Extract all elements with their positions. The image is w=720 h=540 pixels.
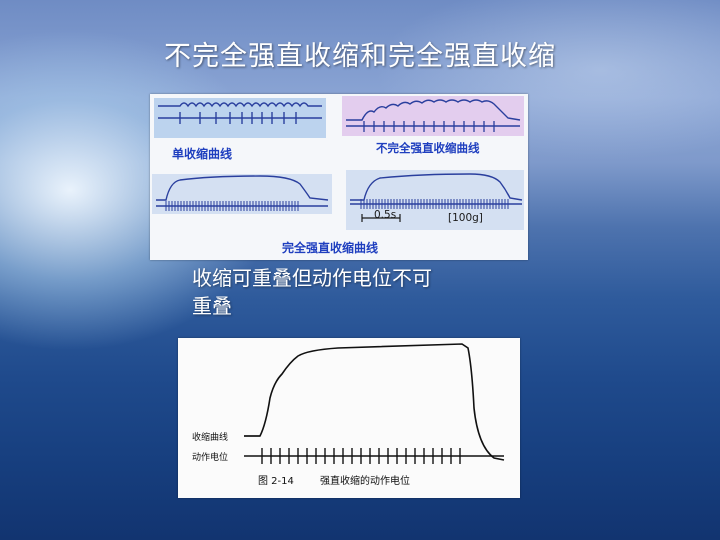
slide-title: 不完全强直收缩和完全强直收缩 <box>164 41 556 72</box>
label-contraction-curve: 收缩曲线 <box>192 431 228 443</box>
action-potential-spikes <box>258 448 466 464</box>
label-action-potential: 动作电位 <box>192 451 228 463</box>
complete-potential-spikes-left <box>164 201 300 211</box>
action-potential-svg: 收缩曲线 动作电位 图 2-14 强直收缩的动作电位 <box>192 343 505 487</box>
figure-title: 强直收缩的动作电位 <box>320 474 410 487</box>
tetanus-action-potential-figure: 收缩曲线 动作电位 图 2-14 强直收缩的动作电位 <box>178 338 520 498</box>
complete-potential-spikes-right <box>360 199 510 209</box>
contraction-curve <box>244 343 505 461</box>
force-scale-label: [100g] <box>448 212 483 224</box>
label-complete-tetanus: 完全强直收缩曲线 <box>282 240 378 255</box>
figure-number: 图 2-14 <box>258 475 294 487</box>
slide-caption: 收缩可重叠但动作电位不可 重叠 <box>192 264 512 320</box>
tetanus-comparison-svg: 单收缩曲线 不完全强直收缩曲线 0.5s [100g] 完全强直收缩曲线 <box>152 96 524 255</box>
caption-line-1: 收缩可重叠但动作电位不可 <box>192 266 432 290</box>
time-scale-label: 0.5s <box>374 209 396 221</box>
label-incomplete-tetanus: 不完全强直收缩曲线 <box>376 141 480 155</box>
label-single-twitch: 单收缩曲线 <box>172 146 232 161</box>
caption-line-2: 重叠 <box>192 294 232 318</box>
tetanus-comparison-figure: 单收缩曲线 不完全强直收缩曲线 0.5s [100g] 完全强直收缩曲线 <box>150 94 528 260</box>
